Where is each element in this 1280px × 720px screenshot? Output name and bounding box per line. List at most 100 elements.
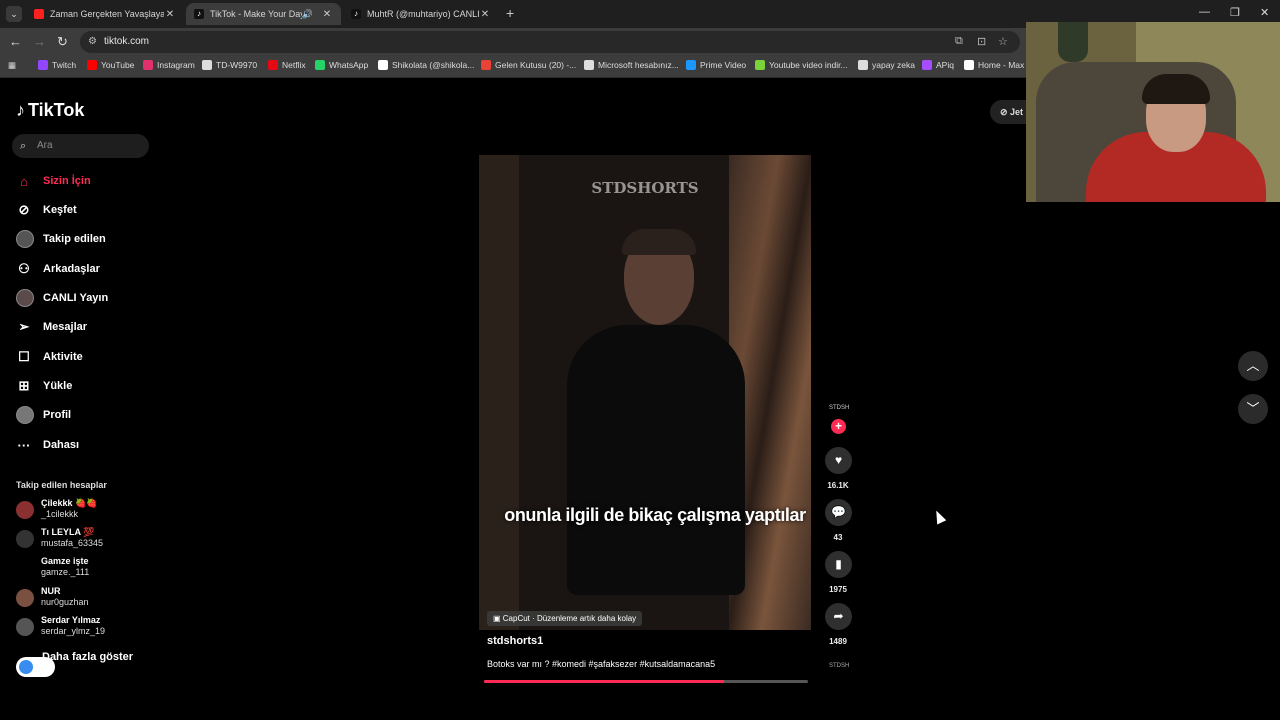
search-placeholder: Ara: [37, 140, 53, 151]
site-info-icon[interactable]: ⚙: [88, 31, 97, 53]
bookmark-item[interactable]: yapay zeka: [858, 60, 915, 70]
next-video-button[interactable]: ﹀: [1238, 394, 1268, 424]
bookmark-item[interactable]: Prime Video: [686, 60, 746, 70]
bookmark-item[interactable]: Youtube video indir...: [755, 60, 848, 70]
sidebar-item-arkadaslar[interactable]: ⚇ Arkadaşlar: [16, 258, 100, 280]
close-window-icon[interactable]: ✕: [1260, 6, 1269, 19]
close-tab-icon[interactable]: ✕: [321, 9, 333, 20]
jet-button[interactable]: ⊘ Jet: [990, 100, 1030, 124]
account-name: Tı LEYLA 💯: [41, 527, 95, 537]
sidebar-item-label: Yükle: [43, 380, 73, 392]
comment-count: 43: [833, 533, 843, 542]
follow-plus-button[interactable]: +: [831, 419, 846, 434]
theme-toggle[interactable]: [16, 657, 55, 677]
video-author[interactable]: stdshorts1: [487, 635, 543, 647]
tab-search-button[interactable]: ⌄: [6, 6, 22, 22]
bookmark-item[interactable]: Shikolata (@shikola...: [378, 60, 474, 70]
bookmark-favicon-icon: [858, 60, 868, 70]
account-handle: serdar_ylmz_19: [41, 626, 106, 636]
inbox-icon: ☐: [18, 349, 30, 364]
search-input[interactable]: ⌕ Ara: [12, 134, 149, 158]
address-bar[interactable]: ⚙ tiktok.com: [80, 31, 1020, 53]
heart-icon: ♥: [834, 453, 843, 467]
sidebar-item-takip-edilen[interactable]: Takip edilen: [16, 228, 106, 250]
sidebar-item-mesajlar[interactable]: ➢ Mesajlar: [16, 316, 87, 338]
video-background: [479, 155, 519, 630]
close-tab-icon[interactable]: ✕: [164, 9, 176, 20]
bookmark-favicon-icon: [584, 60, 594, 70]
sidebar-item-label: Mesajlar: [43, 321, 88, 333]
following-account[interactable]: Tı LEYLA 💯 mustafa_63345: [16, 527, 103, 549]
sidebar-item-aktivite[interactable]: ☐ Aktivite: [16, 346, 83, 368]
following-account[interactable]: Çilekkk 🍓🍓 _1cilekkk: [16, 498, 97, 520]
sidebar-item-profil[interactable]: Profil: [16, 404, 71, 426]
forward-icon[interactable]: →: [33, 34, 46, 49]
sidebar-item-yukle[interactable]: ⊞ Yükle: [16, 375, 73, 397]
sidebar-item-label: Arkadaşlar: [43, 263, 100, 275]
minimize-icon[interactable]: —: [1199, 6, 1210, 18]
restore-icon[interactable]: ❐: [1230, 6, 1240, 19]
reload-icon[interactable]: ↻: [57, 34, 68, 50]
tab-2[interactable]: ♪ TikTok - Make Your Day 🔊 ✕: [186, 3, 341, 25]
video-watermark: STDSHORTS: [591, 179, 699, 197]
following-account[interactable]: Serdar Yılmaz serdar_ylmz_19: [16, 615, 105, 637]
following-account[interactable]: NUR nur0guzhan: [16, 586, 89, 608]
previous-video-button[interactable]: ︿: [1238, 351, 1268, 381]
bookmark-item[interactable]: Twitch: [38, 60, 76, 70]
avatar: [16, 589, 34, 607]
browser-window: ⌄ Zaman Gerçekten Yavaşlayabilir ✕ ♪ Tik…: [0, 0, 1280, 720]
bookmark-item[interactable]: Home - Max: [964, 60, 1024, 70]
like-count: 16.1K: [827, 481, 849, 490]
apps-grid-icon[interactable]: ▦: [8, 60, 16, 71]
tiktok-favicon-icon: ♪: [194, 9, 204, 19]
back-icon[interactable]: ←: [9, 34, 22, 49]
sidebar-item-canli-yayin[interactable]: CANLI Yayın: [16, 287, 108, 309]
tab-title: MuhtR (@muhtariyo) CANLI Y: [367, 9, 479, 19]
bookmark-item[interactable]: TD-W9970: [202, 60, 257, 70]
bookmark-favicon-icon: [922, 60, 932, 70]
like-button[interactable]: ♥: [825, 447, 852, 474]
sidebar-item-dahasi[interactable]: ··· Dahası: [16, 434, 80, 456]
bookmark-item[interactable]: APiq: [922, 60, 954, 70]
comment-button[interactable]: 💬: [825, 499, 852, 526]
save-button[interactable]: ▮: [825, 551, 852, 578]
bookmark-item[interactable]: WhatsApp: [315, 60, 368, 70]
video-person-hair: [622, 229, 696, 255]
bookmark-favicon-icon: [378, 60, 388, 70]
sidebar-item-sizin-icin[interactable]: ⌂ Sizin İçin: [16, 170, 91, 192]
share-count: 1489: [829, 637, 847, 646]
translate-icon[interactable]: ⧉: [955, 35, 963, 48]
webcam-person-hair: [1142, 74, 1210, 104]
bookmark-item[interactable]: YouTube: [87, 60, 134, 70]
account-handle: gamze._111: [41, 567, 90, 577]
bookmark-favicon-icon: [755, 60, 765, 70]
bookmark-item[interactable]: Microsoft hesabınız...: [584, 60, 679, 70]
tab-3[interactable]: ♪ MuhtR (@muhtariyo) CANLI Y ✕: [343, 3, 499, 25]
mouse-cursor-icon: [931, 508, 947, 525]
close-tab-icon[interactable]: ✕: [479, 9, 491, 20]
following-account[interactable]: Gamze işte gamze._111: [16, 556, 89, 578]
bookmark-item[interactable]: Instagram: [143, 60, 195, 70]
tiktok-logo[interactable]: ♪ TikTok: [16, 100, 84, 121]
new-tab-button[interactable]: +: [506, 5, 514, 21]
capcut-badge[interactable]: ▣ CapCut · Düzenleme artık daha kolay: [487, 611, 643, 626]
capcut-label: CapCut · Düzenleme artık daha kolay: [502, 614, 637, 623]
bookmark-star-icon[interactable]: ☆: [998, 35, 1008, 48]
tab-1[interactable]: Zaman Gerçekten Yavaşlayabilir ✕: [26, 3, 184, 25]
account-name: Gamze işte: [41, 556, 89, 566]
compass-icon: ⊘: [18, 202, 30, 217]
account-handle: mustafa_63345: [41, 538, 104, 548]
share-button[interactable]: ➦: [825, 603, 852, 630]
show-more-link[interactable]: Daha fazla göster: [42, 651, 133, 663]
speaker-icon[interactable]: 🔊: [302, 9, 313, 20]
sound-disc[interactable]: STDSH: [829, 663, 849, 669]
bookmark-item[interactable]: Netflix: [268, 60, 306, 70]
video-progress-bar[interactable]: [484, 680, 808, 683]
sidebar-item-kesfet[interactable]: ⊘ Keşfet: [16, 199, 77, 221]
toggle-knob: [19, 660, 33, 674]
bookmark-item[interactable]: Gelen Kutusu (20) -...: [481, 60, 576, 70]
creator-avatar[interactable]: STDSH: [829, 405, 849, 417]
video-player[interactable]: STDSHORTS onunla ilgili de bikaç çalışma…: [479, 155, 811, 630]
avatar: [16, 289, 34, 307]
install-app-icon[interactable]: ⊡: [977, 35, 986, 48]
